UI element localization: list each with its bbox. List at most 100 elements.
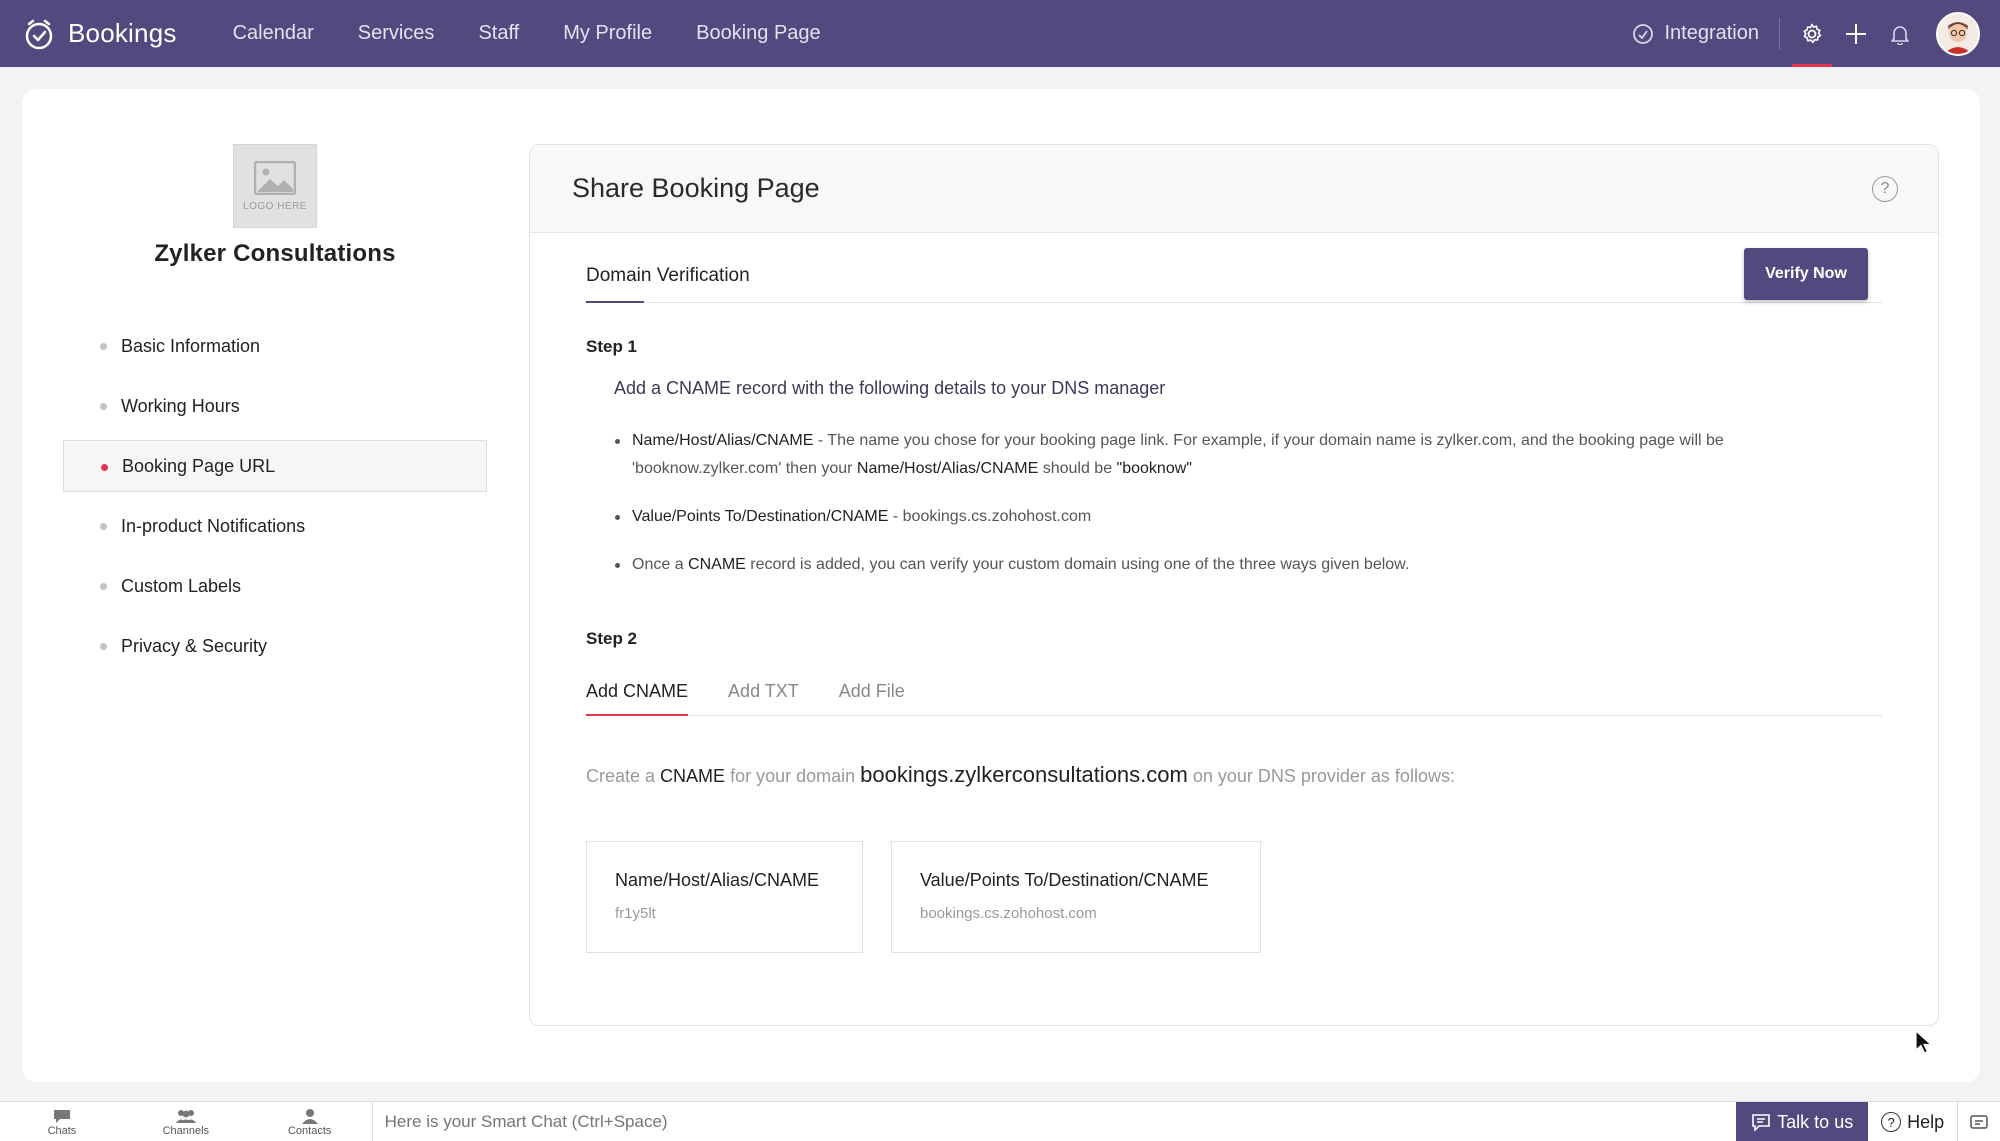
help-icon[interactable]: ? [1872, 176, 1898, 202]
instruction-value-points-to: Value/Points To/Destination/CNAME - book… [614, 503, 1844, 531]
domain-name: bookings.zylkerconsultations.com [860, 762, 1188, 787]
group-icon [175, 1109, 196, 1123]
bottom-tab-label: Contacts [287, 1124, 332, 1137]
text: Once a [632, 556, 689, 573]
verify-now-button[interactable]: Verify Now [1744, 248, 1868, 300]
settings-sidebar: Basic Information Working Hours Booking … [63, 320, 487, 680]
text: should be [1038, 460, 1117, 477]
nav-services[interactable]: Services [358, 22, 435, 45]
chat-bubble-icon [53, 1109, 70, 1123]
sidebar-item-label: In-product Notifications [121, 515, 306, 536]
chat-icon [1752, 1114, 1770, 1131]
text: Create a [586, 766, 661, 786]
step2-label: Step 2 [586, 629, 638, 648]
add-button[interactable] [1834, 0, 1878, 67]
integration-link[interactable]: Integration [1632, 22, 1759, 45]
plus-icon [1846, 23, 1866, 44]
instruction-name-host: Name/Host/Alias/CNAME - The name you cho… [614, 427, 1844, 483]
bell-icon [1891, 25, 1909, 45]
term: Name/Host/Alias/CNAME [856, 460, 1039, 477]
org-logo-placeholder[interactable]: LOGO HERE [233, 144, 317, 228]
app-name: Bookings [68, 18, 177, 48]
help-icon: ? [1881, 1112, 1902, 1132]
sidebar-item-custom-labels[interactable]: Custom Labels [63, 560, 487, 612]
cname-record-name-box: Name/Host/Alias/CNAME fr1y5lt [586, 841, 863, 953]
record-value[interactable]: bookings.cs.zohohost.com [920, 905, 1260, 922]
step1-description: Add a CNAME record with the following de… [614, 378, 1166, 398]
sidebar-item-in-product-notifications[interactable]: In-product Notifications [63, 500, 487, 552]
domain-verification-header: Domain Verification Verify Now [586, 245, 1882, 303]
bottom-tab-label: Channels [162, 1124, 210, 1137]
settings-button[interactable] [1790, 0, 1834, 67]
sidebar-item-label: Working Hours [121, 395, 240, 416]
divider [1779, 17, 1780, 50]
record-title: Value/Points To/Destination/CNAME [920, 870, 1209, 890]
panel-header: Share Booking Page ? [530, 145, 1938, 233]
tab-add-file[interactable]: Add File [839, 671, 905, 715]
gear-icon [1803, 23, 1822, 43]
title-underline [586, 301, 644, 303]
bookings-logo-icon [25, 19, 53, 49]
integration-label: Integration [1664, 22, 1759, 44]
nav-staff[interactable]: Staff [478, 22, 519, 45]
tab-add-txt[interactable]: Add TXT [728, 671, 799, 715]
step1-label: Step 1 [586, 337, 638, 356]
text: on your DNS provider as follows: [1187, 766, 1455, 786]
record-value[interactable]: fr1y5lt [615, 905, 862, 922]
text: record is added, you can verify your cus… [745, 556, 1410, 573]
bottom-bar: Chats Channels Contacts Talk to us ? Hel… [0, 1101, 2000, 1141]
talk-to-us-label: Talk to us [1777, 1111, 1854, 1132]
text: - bookings.cs.zohohost.com [888, 508, 1092, 525]
step1-instructions: Name/Host/Alias/CNAME - The name you cho… [614, 427, 1844, 599]
sidebar-item-label: Booking Page URL [122, 455, 276, 476]
person-icon [301, 1108, 318, 1124]
nav-booking-page[interactable]: Booking Page [696, 22, 821, 45]
share-booking-page-panel: Share Booking Page ? Domain Verification… [529, 144, 1939, 1026]
sidebar-item-label: Privacy & Security [121, 635, 268, 656]
brand[interactable]: Bookings [22, 17, 177, 51]
instruction-verify: Once a CNAME record is added, you can ve… [614, 551, 1844, 579]
bottom-tab-channels[interactable]: Channels [124, 1102, 248, 1141]
nav-my-profile[interactable]: My Profile [563, 22, 652, 45]
domain-verification-title: Domain Verification [586, 265, 750, 286]
example-value: "booknow" [1116, 460, 1192, 477]
term: Value/Points To/Destination/CNAME [632, 508, 889, 525]
cname-record-value-box: Value/Points To/Destination/CNAME bookin… [891, 841, 1261, 953]
sidebar-item-basic-information[interactable]: Basic Information [63, 320, 487, 372]
sidebar-item-label: Custom Labels [121, 575, 242, 596]
mouse-cursor-icon [1915, 1030, 1933, 1054]
smart-chat-input[interactable] [371, 1102, 1737, 1141]
text: for your domain [725, 766, 861, 786]
talk-to-us-button[interactable]: Talk to us [1736, 1102, 1869, 1141]
org-name: Zylker Consultations [154, 240, 396, 267]
top-right-actions: Integration [1632, 0, 2000, 67]
top-navbar: Bookings Calendar Services Staff My Prof… [0, 0, 2000, 67]
tab-add-cname[interactable]: Add CNAME [586, 671, 689, 716]
term: Name/Host/Alias/CNAME [632, 432, 814, 449]
panel-title: Share Booking Page [572, 173, 820, 203]
verification-method-tabs: Add CNAME Add TXT Add File [586, 671, 1882, 716]
image-icon [254, 160, 296, 195]
sidebar-item-privacy-security[interactable]: Privacy & Security [63, 620, 487, 672]
sidebar-item-working-hours[interactable]: Working Hours [63, 380, 487, 432]
help-label: Help [1907, 1111, 1945, 1132]
user-avatar-icon [1938, 13, 1978, 54]
bottom-tab-label: Chats [47, 1124, 77, 1137]
integration-icon [1633, 23, 1654, 44]
create-cname-instruction: Create a CNAME for your domain bookings.… [586, 762, 1455, 788]
help-button[interactable]: ? Help [1868, 1102, 1959, 1141]
notifications-button[interactable] [1878, 0, 1922, 67]
record-title: Name/Host/Alias/CNAME [615, 870, 820, 890]
main-nav: Calendar Services Staff My Profile Booki… [233, 22, 865, 45]
logo-placeholder-text: LOGO HERE [243, 200, 307, 212]
term: CNAME [660, 766, 726, 786]
sidebar-item-label: Basic Information [121, 335, 261, 356]
nav-calendar[interactable]: Calendar [233, 22, 314, 45]
tray-button[interactable] [1958, 1102, 2000, 1141]
bottom-tab-contacts[interactable]: Contacts [248, 1102, 372, 1141]
sidebar-item-booking-page-url[interactable]: Booking Page URL [63, 440, 487, 492]
tray-icon [1970, 1115, 1988, 1129]
bottom-tab-chats[interactable]: Chats [0, 1102, 124, 1141]
term: CNAME [688, 556, 746, 573]
avatar[interactable] [1936, 11, 1980, 56]
